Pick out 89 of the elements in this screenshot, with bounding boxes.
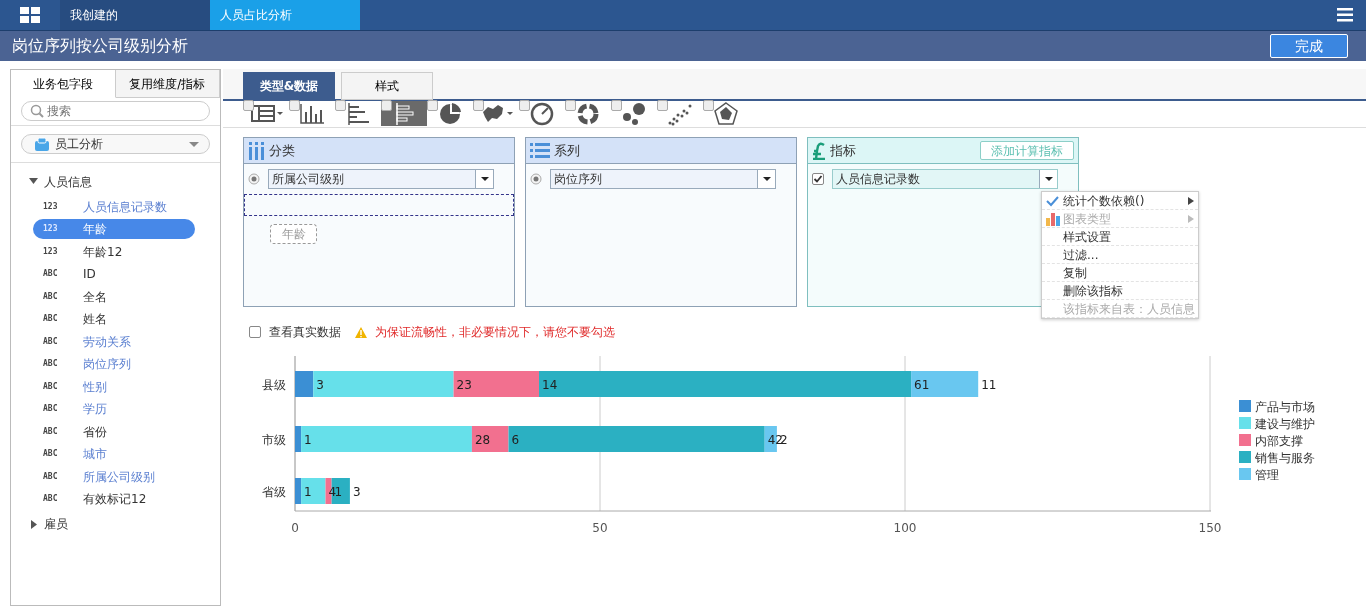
done-button[interactable]: 完成 [1270, 34, 1348, 58]
tab[interactable]: 我创建的 [60, 0, 210, 30]
checkbox[interactable] [812, 173, 824, 185]
menu-icon[interactable] [1337, 8, 1353, 22]
check-icon [1046, 194, 1059, 207]
menu-item[interactable]: 样式设置 [1042, 228, 1198, 246]
bar-chart-icon [345, 101, 371, 126]
caret-icon [276, 112, 283, 115]
field-item[interactable]: ABC 劳动关系 [33, 331, 195, 352]
field-item[interactable]: ABC 所属公司级别 [33, 466, 195, 487]
grid-icon[interactable] [20, 7, 40, 23]
caret-icon [480, 177, 489, 181]
data-label: 1 [304, 485, 312, 499]
field-item[interactable]: ABC 省份 [33, 421, 195, 442]
field-dropdown[interactable]: 岗位序列 [550, 169, 776, 189]
bar-chart-icon [1046, 211, 1060, 226]
field-item[interactable]: ABC 城市 [33, 444, 195, 464]
data-label: 1 [334, 485, 343, 499]
field-item[interactable]: ABC 性别 [33, 376, 195, 397]
field-item[interactable]: ABC 有效标记12 [33, 489, 195, 509]
pound-icon [812, 141, 826, 160]
menu-item[interactable]: 过滤... [1042, 246, 1198, 264]
bubble-chart-icon [621, 101, 647, 126]
category-label: 县级 [262, 378, 286, 392]
field-item[interactable]: ABC 岗位序列 [33, 354, 195, 374]
gauge-chart-icon [529, 101, 555, 126]
axis-tick-label: 150 [1198, 521, 1222, 535]
menu-item[interactable]: 统计个数依赖() [1042, 192, 1198, 210]
tree-group[interactable]: 人员信息 [44, 172, 92, 191]
data-label: 11 [981, 378, 997, 392]
radio-button[interactable] [530, 173, 542, 185]
list-icon [530, 142, 550, 159]
caret-icon [506, 112, 513, 115]
field-item[interactable]: ABC ID [33, 264, 195, 284]
tab[interactable]: 类型&数据 [243, 72, 335, 100]
search-icon [30, 104, 44, 118]
package-dropdown[interactable]: 员工分析 [21, 134, 210, 154]
field-item[interactable]: ABC 学历 [33, 399, 195, 419]
warning-icon [355, 326, 367, 338]
data-label: 1 [304, 433, 312, 447]
field-item[interactable]: ABC 全名 [33, 286, 195, 307]
caret-icon [1044, 177, 1053, 181]
donut-chart-icon [575, 101, 601, 126]
field-dropdown[interactable]: 所属公司级别 [268, 169, 494, 189]
region-title: 系列 [554, 141, 580, 160]
caret-icon [762, 177, 771, 181]
category-label: 省级 [262, 485, 286, 499]
menu-item[interactable]: 删除该指标 [1042, 282, 1198, 300]
axis-tick-label: 100 [893, 521, 917, 535]
data-label: 3 [352, 485, 361, 499]
axis-tick-label: 50 [592, 521, 608, 535]
category-icon [248, 141, 265, 160]
tab[interactable]: 样式 [341, 72, 433, 100]
field-item[interactable]: 123 年龄12 [33, 241, 195, 262]
caret-icon [189, 141, 199, 147]
search-input[interactable]: 搜索 [47, 102, 197, 120]
field-item[interactable]: 123 人员信息记录数 [33, 196, 195, 217]
menu-item[interactable]: 复制 [1042, 264, 1198, 282]
field-dropdown[interactable]: 人员信息记录数 [832, 169, 1058, 189]
field-item[interactable]: ABC 姓名 [33, 309, 195, 329]
radio-button[interactable] [248, 173, 260, 185]
legend-label: 内部支撑 [1255, 434, 1303, 448]
radar-chart-icon [713, 101, 739, 126]
axis-tick-label: 0 [291, 521, 299, 535]
data-label: 14 [542, 378, 558, 392]
legend-label: 销售与服务 [1255, 451, 1315, 465]
chart-type-button[interactable] [381, 101, 427, 126]
checkbox-label: 查看真实数据 [269, 324, 341, 341]
field-item[interactable]: 123 年龄 [33, 219, 195, 239]
data-label: 28 [474, 433, 491, 447]
legend-label: 管理 [1255, 468, 1279, 482]
warning-text: 为保证流畅性，非必要情况下，请您不要勾选 [375, 324, 615, 341]
data-label: 6 [511, 433, 520, 447]
data-label: 23 [456, 378, 472, 392]
checkbox[interactable] [249, 326, 261, 338]
data-label: 61 [914, 378, 930, 392]
expand-icon[interactable] [29, 519, 38, 529]
tab[interactable]: 复用维度/指标 [115, 70, 220, 98]
tree-group[interactable]: 雇员 [44, 515, 68, 533]
page-title: 岗位序列按公司级别分析 [12, 36, 188, 56]
region-title: 分类 [269, 141, 295, 160]
category-label: 市级 [262, 433, 286, 447]
legend-label: 建设与维护 [1255, 417, 1315, 431]
legend-label: 产品与市场 [1255, 400, 1315, 414]
column-chart-icon [299, 101, 325, 126]
region-title: 指标 [830, 141, 856, 160]
collapse-icon[interactable] [29, 177, 38, 186]
package-icon [34, 136, 50, 152]
data-label: 3 [316, 378, 324, 392]
